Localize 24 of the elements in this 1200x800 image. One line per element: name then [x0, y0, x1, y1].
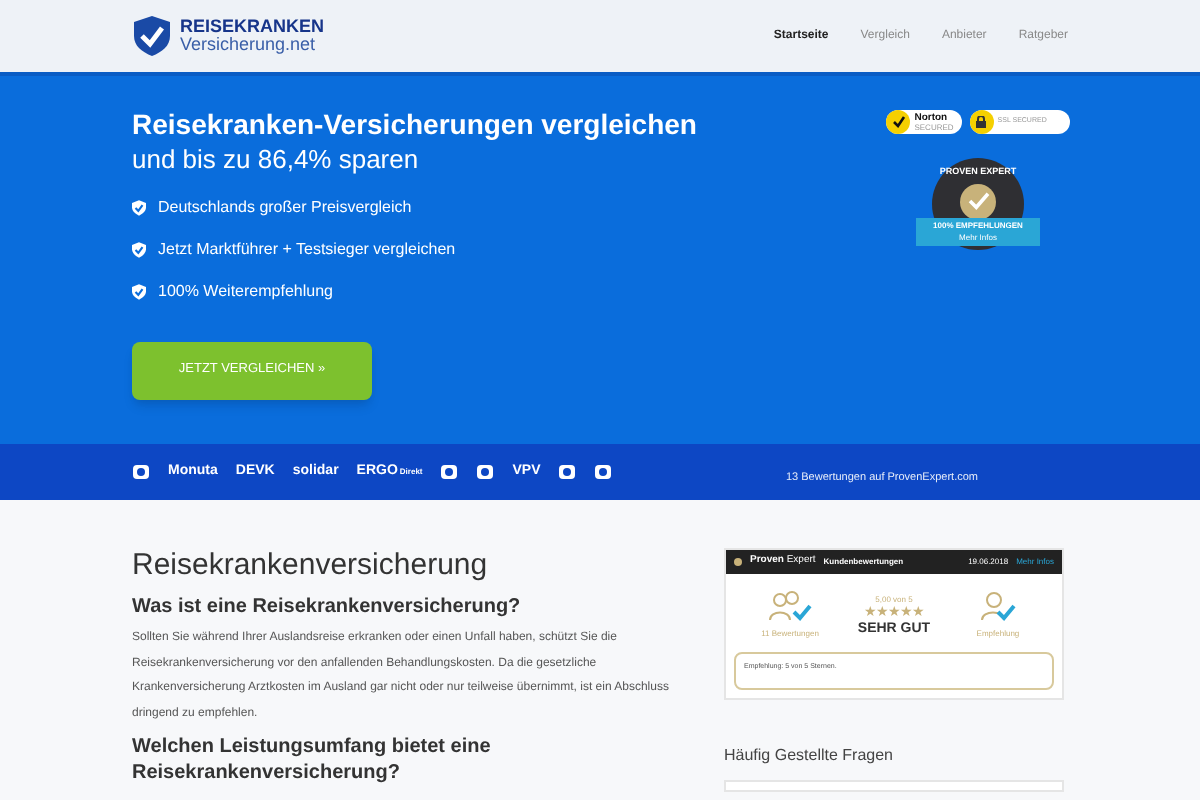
shield-check-icon [132, 241, 146, 258]
hero-subtitle: und bis zu 86,4% sparen [132, 143, 421, 176]
partner-logo-icon [440, 464, 459, 480]
shield-check-icon [132, 199, 146, 216]
faq-item[interactable] [724, 780, 1064, 792]
partner-logo-icon [594, 464, 613, 480]
section-heading: Was ist eine Reisekrankenversicherung? [132, 595, 523, 621]
hero-title: Reisekranken-Versicherungen vergleichen [132, 108, 697, 143]
feature-text: Deutschlands großer Preisvergleich [158, 195, 412, 220]
section-heading: Welchen Leistungsumfang bietet eine Reisekrankenversicherung? [132, 736, 493, 787]
faq-title: Häufig Gestellte Fragen [724, 744, 895, 768]
brand-icon [734, 558, 742, 566]
partner-logo-icon [476, 464, 495, 480]
feature-text: Jetzt Marktführer + Testsieger vergleichen [158, 237, 456, 262]
shield-check-icon [132, 283, 146, 300]
people-check-icon [766, 590, 814, 622]
shield-check-icon [132, 14, 172, 58]
partner-logo-icon [558, 464, 577, 480]
logo-subtext: Versicherung.net [180, 36, 318, 54]
logo-text: REISEKRANKEN [180, 18, 325, 36]
article-title: Reisekrankenversicherung [132, 548, 490, 586]
feature-text: 100% Weiterempfehlung [158, 279, 333, 304]
person-check-icon [979, 590, 1016, 622]
partner-logo-icon [132, 464, 150, 480]
